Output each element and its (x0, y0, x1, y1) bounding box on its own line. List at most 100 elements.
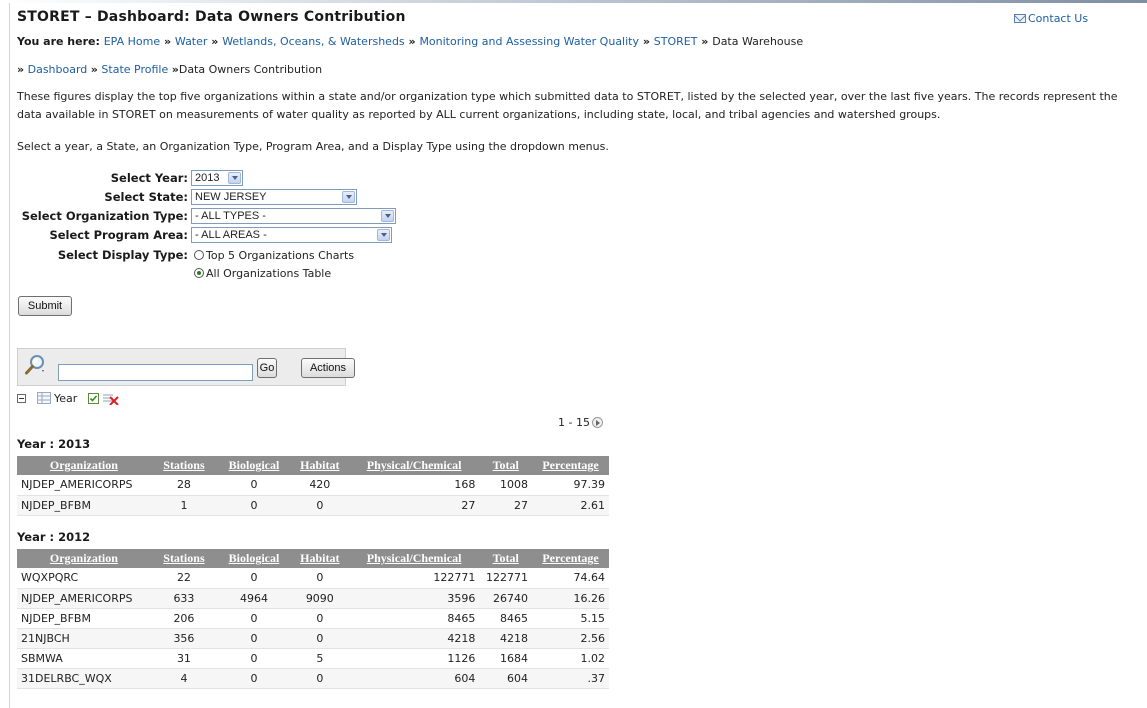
cell-biological: 0 (217, 648, 291, 669)
chevron-down-icon (377, 229, 390, 241)
page-title: STORET – Dashboard: Data Owners Contribu… (17, 9, 406, 25)
col-stations[interactable]: Stations (150, 549, 218, 568)
year-select-value: 2013 (195, 172, 220, 184)
breadcrumb-wetlands[interactable]: Wetlands, Oceans, & Watersheds (222, 35, 404, 48)
cell-stations: 206 (150, 608, 218, 629)
filter-row: Year (17, 392, 120, 406)
search-icon[interactable] (24, 353, 48, 377)
col-habitat[interactable]: Habitat (290, 456, 349, 475)
cell-habitat: 0 (290, 628, 349, 649)
breadcrumb-epa-home[interactable]: EPA Home (104, 35, 160, 48)
col-biological[interactable]: Biological (217, 456, 291, 475)
subnav-state-profile[interactable]: State Profile (101, 63, 168, 76)
cell-total: 604 (479, 668, 533, 689)
col-total[interactable]: Total (479, 456, 533, 475)
orgtype-select[interactable]: - ALL TYPES - (191, 208, 396, 224)
intro-text: These figures display the top five organ… (17, 90, 1118, 121)
pagination-range: 1 - 15 (558, 416, 590, 429)
display-label: Select Display Type: (57, 248, 188, 262)
filter-label: Year (54, 392, 78, 405)
group-heading-2012: Year : 2012 (17, 530, 91, 544)
radio-selected-icon (194, 268, 204, 278)
submit-button[interactable]: Submit (18, 296, 72, 316)
cell-habitat: 5 (290, 648, 349, 669)
cell-stations: 633 (150, 588, 218, 609)
cell-organization: NJDEP_AMERICORPS (17, 475, 151, 496)
cell-physical-chemical: 604 (348, 668, 480, 689)
group-heading-2013: Year : 2013 (17, 437, 91, 451)
cell-stations: 1 (150, 495, 218, 516)
cell-habitat: 0 (290, 608, 349, 629)
display-option-charts[interactable]: Top 5 Organizations Charts (194, 249, 354, 262)
data-table-2012: Organization Stations Biological Habitat… (17, 549, 609, 689)
cell-organization: WQXPQRC (17, 568, 151, 589)
cell-total: 122771 (479, 568, 533, 589)
cell-stations: 4 (150, 668, 218, 689)
cell-physical-chemical: 168 (348, 475, 480, 496)
cell-percentage: 74.64 (532, 568, 609, 589)
cell-biological: 0 (217, 568, 291, 589)
remove-filter-icon[interactable] (103, 392, 120, 406)
cell-physical-chemical: 8465 (348, 608, 480, 629)
cell-total: 27 (479, 495, 533, 516)
contact-us-link[interactable]: Contact Us (1014, 12, 1088, 25)
table-row: NJDEP_AMERICORPS 633 4964 9090 3596 2674… (17, 588, 609, 609)
cell-biological: 0 (217, 628, 291, 649)
breadcrumb-monitoring[interactable]: Monitoring and Assessing Water Quality (419, 35, 639, 48)
table-row: NJDEP_BFBM 206 0 0 8465 8465 5.15 (17, 608, 609, 629)
year-label: Select Year: (110, 171, 188, 185)
cell-percentage: 2.61 (532, 495, 609, 516)
control-break-icon (36, 392, 51, 404)
chevron-down-icon (228, 172, 241, 184)
pagination: 1 - 15 (558, 416, 603, 429)
col-percentage[interactable]: Percentage (532, 549, 609, 568)
cell-stations: 22 (150, 568, 218, 589)
orgtype-select-value: - ALL TYPES - (195, 210, 266, 222)
cell-habitat: 9090 (290, 588, 349, 609)
checkbox-checked-icon[interactable] (87, 393, 99, 404)
col-organization[interactable]: Organization (17, 456, 151, 475)
subnav: » Dashboard » State Profile »Data Owners… (17, 63, 323, 76)
search-input[interactable] (58, 364, 253, 381)
col-stations[interactable]: Stations (150, 456, 218, 475)
breadcrumb-storet[interactable]: STORET (654, 35, 698, 48)
col-physical-chemical[interactable]: Physical/Chemical (348, 549, 480, 568)
state-select[interactable]: NEW JERSEY (191, 189, 357, 205)
col-biological[interactable]: Biological (217, 549, 291, 568)
area-select[interactable]: - ALL AREAS - (191, 227, 392, 243)
display-option-table[interactable]: All Organizations Table (194, 267, 331, 280)
next-page-icon[interactable] (591, 417, 603, 428)
table-row: NJDEP_BFBM 1 0 0 27 27 2.61 (17, 495, 609, 516)
subnav-dashboard[interactable]: Dashboard (28, 63, 88, 76)
cell-stations: 356 (150, 628, 218, 649)
cell-physical-chemical: 4218 (348, 628, 480, 649)
breadcrumb-label: You are here (17, 35, 96, 48)
cell-total: 8465 (479, 608, 533, 629)
subnav-current: Data Owners Contribution (178, 63, 323, 76)
cell-organization: NJDEP_AMERICORPS (17, 588, 151, 609)
cell-percentage: .37 (532, 668, 609, 689)
actions-button[interactable]: Actions (301, 358, 355, 378)
chevron-down-icon (342, 191, 355, 203)
col-percentage[interactable]: Percentage (532, 456, 609, 475)
col-total[interactable]: Total (479, 549, 533, 568)
display-option-charts-label: Top 5 Organizations Charts (206, 249, 355, 262)
col-organization[interactable]: Organization (17, 549, 151, 568)
breadcrumb-water[interactable]: Water (175, 35, 208, 48)
cell-percentage: 1.02 (532, 648, 609, 669)
instructions-text: Select a year, a State, an Organization … (17, 140, 609, 153)
go-button[interactable]: Go (257, 358, 277, 378)
state-label: Select State: (104, 190, 188, 204)
collapse-icon[interactable] (17, 394, 26, 403)
table-row: 21NJBCH 356 0 0 4218 4218 2.56 (17, 628, 609, 649)
col-physical-chemical[interactable]: Physical/Chemical (348, 456, 480, 475)
table-row: NJDEP_AMERICORPS 28 0 420 168 1008 97.39 (17, 475, 609, 496)
cell-total: 1684 (479, 648, 533, 669)
year-select[interactable]: 2013 (191, 170, 243, 186)
table-row: SBMWA 31 0 5 1126 1684 1.02 (17, 648, 609, 669)
col-habitat[interactable]: Habitat (290, 549, 349, 568)
radio-icon (194, 250, 204, 260)
cell-total: 4218 (479, 628, 533, 649)
cell-biological: 0 (217, 668, 291, 689)
orgtype-label: Select Organization Type: (21, 209, 188, 223)
